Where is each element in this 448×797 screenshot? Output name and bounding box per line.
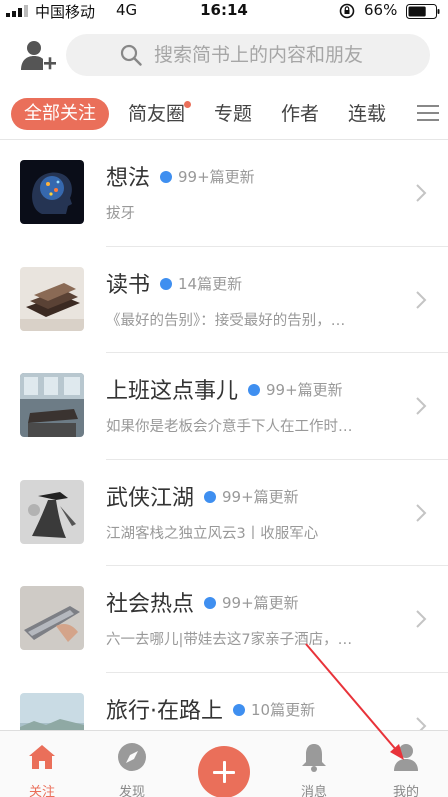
chevron-right-icon [416, 290, 427, 309]
update-indicator [160, 277, 173, 290]
tab-serials[interactable]: 连载 [348, 98, 386, 130]
collection-thumbnail [20, 373, 84, 437]
chevron-right-icon [416, 610, 427, 628]
update-indicator [204, 597, 217, 609]
collection-name: 旅行·在路上 [106, 698, 223, 724]
search-icon [120, 44, 142, 66]
collection-thumbnail [20, 160, 84, 224]
collection-thumbnail [20, 266, 84, 331]
update-count: 14篇更新 [178, 274, 243, 293]
nav-messages[interactable]: 消息 [274, 731, 354, 797]
add-friend-icon[interactable] [20, 38, 58, 74]
list-item[interactable]: 想法 99+篇更新 拔牙 [0, 140, 448, 247]
tab-friend-circle[interactable]: 简友圈 [128, 98, 192, 130]
user-profile-icon [394, 744, 418, 771]
nav-discover[interactable]: 发现 [92, 731, 172, 797]
nav-mine-label: 我的 [392, 785, 419, 797]
nav-follow[interactable]: 关注 [2, 731, 82, 797]
chevron-right-icon [416, 503, 427, 522]
collection-name: 武侠江湖 [106, 485, 195, 511]
list-item[interactable]: 读书 14篇更新 《最好的告别》：接受最好的告别，… [0, 247, 448, 353]
tab-friend-circle-label: 简友圈 [128, 103, 186, 125]
status-bar: 中国移动 4G 16:14 66% [0, 0, 448, 22]
update-count: 99+篇更新 [266, 381, 343, 399]
collection-thumbnail [20, 586, 84, 650]
search-bar[interactable] [66, 34, 430, 76]
battery-percent: 66% [364, 1, 398, 19]
nav-messages-label: 消息 [300, 785, 327, 797]
update-indicator [204, 490, 217, 503]
collection-title: 读书 14篇更新 [106, 267, 242, 299]
update-count: 99+篇更新 [178, 168, 255, 186]
more-tabs-menu-icon[interactable] [417, 105, 439, 123]
bottom-navigation: 关注 发现 消息 我的 [0, 730, 448, 797]
latest-post-preview: 《最好的告别》：接受最好的告别，… [106, 312, 346, 329]
update-indicator [160, 171, 173, 183]
update-indicator [248, 384, 261, 396]
collection-thumbnail [20, 479, 84, 544]
latest-post-preview: 如果你是老板会介意手下人在工作时… [106, 419, 353, 435]
home-icon [29, 745, 55, 769]
tab-all-following[interactable]: 全部关注 [11, 98, 109, 130]
latest-post-preview: 拔牙 [106, 206, 135, 222]
list-item[interactable]: 社会热点 99+篇更新 六一去哪儿|带娃去这7家亲子酒店，… [0, 566, 448, 673]
battery-icon [406, 4, 440, 19]
latest-post-preview: 六一去哪儿|带娃去这7家亲子酒店，… [106, 632, 353, 648]
subscription-list: 想法 99+篇更新 拔牙 读书 14篇更新 《最好的告别》：接受最好的告别，… [0, 140, 448, 779]
chevron-right-icon [416, 397, 427, 415]
collection-title: 武侠江湖 99+篇更新 [106, 480, 299, 512]
collection-name: 读书 [106, 272, 151, 298]
collection-name: 想法 [106, 166, 151, 191]
tab-collections[interactable]: 专题 [214, 98, 252, 130]
nav-follow-label: 关注 [28, 785, 55, 797]
collection-title: 旅行·在路上 10篇更新 [106, 693, 315, 725]
collection-title: 想法 99+篇更新 [106, 160, 255, 192]
write-post-button[interactable] [198, 746, 250, 797]
rotation-lock-icon [339, 3, 355, 19]
collection-title: 上班这点事儿 99+篇更新 [106, 373, 343, 405]
collection-title: 社会热点 99+篇更新 [106, 586, 299, 618]
chevron-right-icon [416, 184, 427, 202]
new-activity-badge [184, 101, 192, 108]
latest-post-preview: 江湖客栈之独立风云3丨收服军心 [106, 525, 319, 542]
list-item[interactable]: 武侠江湖 99+篇更新 江湖客栈之独立风云3丨收服军心 [0, 460, 448, 566]
list-item[interactable]: 上班这点事儿 99+篇更新 如果你是老板会介意手下人在工作时… [0, 353, 448, 460]
tab-authors[interactable]: 作者 [281, 98, 319, 130]
nav-mine[interactable]: 我的 [366, 731, 446, 797]
collection-name: 上班这点事儿 [106, 379, 239, 404]
collection-name: 社会热点 [106, 592, 195, 617]
search-header [0, 22, 448, 88]
compass-icon [118, 743, 146, 771]
update-indicator [233, 703, 245, 716]
bell-icon [302, 744, 326, 772]
search-input[interactable] [154, 34, 414, 76]
nav-discover-label: 发现 [118, 785, 145, 797]
update-count: 99+篇更新 [222, 594, 299, 612]
category-tabs: 全部关注 简友圈 专题 作者 连载 [0, 88, 448, 140]
update-count: 99+篇更新 [222, 487, 299, 506]
update-count: 10篇更新 [251, 700, 316, 719]
